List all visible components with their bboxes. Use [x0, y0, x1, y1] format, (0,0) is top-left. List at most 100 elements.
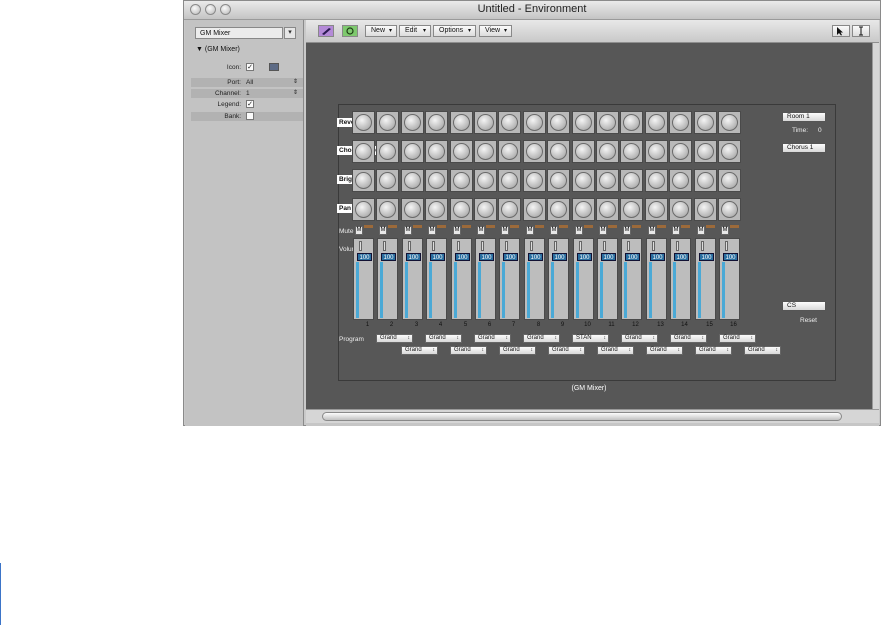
mute-button[interactable]: M: [697, 226, 705, 235]
program-select[interactable]: Grand ↕: [425, 334, 462, 343]
chorus-knob[interactable]: [450, 140, 473, 163]
stepper-icon[interactable]: ⇕: [293, 89, 298, 98]
volume-fader[interactable]: 100: [475, 238, 496, 320]
pan-knob[interactable]: [547, 198, 570, 221]
pan-knob[interactable]: [645, 198, 668, 221]
chorus-knob[interactable]: [620, 140, 643, 163]
volume-fader[interactable]: 100: [573, 238, 594, 320]
brightness-knob[interactable]: [425, 169, 448, 192]
program-select[interactable]: Grand ↕: [719, 334, 756, 343]
program-select[interactable]: Grand ↕: [450, 346, 487, 355]
mute-button[interactable]: M: [404, 226, 412, 235]
brightness-knob[interactable]: [694, 169, 717, 192]
port-value[interactable]: All: [246, 78, 253, 87]
reverb-knob[interactable]: [450, 111, 473, 134]
fader-cap[interactable]: [432, 241, 435, 251]
pan-knob[interactable]: [401, 198, 424, 221]
brightness-knob[interactable]: [620, 169, 643, 192]
pan-knob[interactable]: [523, 198, 546, 221]
fader-cap[interactable]: [359, 241, 362, 251]
horizontal-scrollbar[interactable]: [306, 409, 879, 423]
mute-button[interactable]: M: [453, 226, 461, 235]
fader-cap[interactable]: [652, 241, 655, 251]
param-port-row[interactable]: Port: All ⇕: [191, 78, 303, 87]
volume-fader[interactable]: 100: [451, 238, 472, 320]
mute-button[interactable]: M: [501, 226, 509, 235]
chorus-knob[interactable]: [596, 140, 619, 163]
brightness-knob[interactable]: [596, 169, 619, 192]
brightness-knob[interactable]: [376, 169, 399, 192]
fader-cap[interactable]: [530, 241, 533, 251]
volume-fader[interactable]: 100: [524, 238, 545, 320]
mute-button[interactable]: M: [379, 226, 387, 235]
view-menu[interactable]: View ▾: [479, 25, 512, 37]
pan-knob[interactable]: [425, 198, 448, 221]
program-select[interactable]: Grand ↕: [744, 346, 781, 355]
volume-fader[interactable]: 100: [670, 238, 691, 320]
brightness-knob[interactable]: [474, 169, 497, 192]
fader-cap[interactable]: [579, 241, 582, 251]
chorus-knob[interactable]: [376, 140, 399, 163]
brightness-knob[interactable]: [401, 169, 424, 192]
chorus-knob[interactable]: [645, 140, 668, 163]
volume-fader[interactable]: 100: [548, 238, 569, 320]
program-select[interactable]: Grand ↕: [646, 346, 683, 355]
volume-fader[interactable]: 100: [377, 238, 398, 320]
vertical-scrollbar[interactable]: [872, 43, 879, 409]
pencil-icon[interactable]: [318, 25, 334, 37]
reverb-knob[interactable]: [401, 111, 424, 134]
chorus-knob[interactable]: [694, 140, 717, 163]
chorus-knob[interactable]: [523, 140, 546, 163]
program-select[interactable]: Grand ↕: [474, 334, 511, 343]
brightness-knob[interactable]: [718, 169, 741, 192]
link-icon[interactable]: [342, 25, 358, 37]
reverb-knob[interactable]: [694, 111, 717, 134]
brightness-knob[interactable]: [669, 169, 692, 192]
fader-cap[interactable]: [603, 241, 606, 251]
volume-fader[interactable]: 100: [353, 238, 374, 320]
program-select[interactable]: Grand ↕: [670, 334, 707, 343]
program-select[interactable]: Grand ↕: [376, 334, 413, 343]
reverb-knob[interactable]: [596, 111, 619, 134]
mute-button[interactable]: M: [526, 226, 534, 235]
chorus-knob[interactable]: [572, 140, 595, 163]
brightness-knob[interactable]: [352, 169, 375, 192]
volume-fader[interactable]: 100: [719, 238, 740, 320]
mute-button[interactable]: M: [477, 226, 485, 235]
brightness-knob[interactable]: [645, 169, 668, 192]
inspector-header[interactable]: ▼ (GM Mixer): [185, 44, 303, 56]
pan-knob[interactable]: [694, 198, 717, 221]
legend-checkbox[interactable]: ✓: [246, 100, 254, 108]
chorus-knob[interactable]: [425, 140, 448, 163]
fader-cap[interactable]: [627, 241, 630, 251]
fader-cap[interactable]: [457, 241, 460, 251]
mute-button[interactable]: M: [428, 226, 436, 235]
pointer-tool-icon[interactable]: [832, 25, 850, 37]
reverb-knob[interactable]: [645, 111, 668, 134]
channel-value[interactable]: 1: [246, 89, 250, 98]
fader-cap[interactable]: [481, 241, 484, 251]
reverb-knob[interactable]: [547, 111, 570, 134]
title-bar[interactable]: Untitled - Environment: [184, 1, 880, 20]
mute-button[interactable]: M: [550, 226, 558, 235]
fader-cap[interactable]: [408, 241, 411, 251]
program-select[interactable]: Grand ↕: [597, 346, 634, 355]
fader-cap[interactable]: [505, 241, 508, 251]
reverb-knob[interactable]: [425, 111, 448, 134]
mute-button[interactable]: M: [721, 226, 729, 235]
reverb-knob[interactable]: [474, 111, 497, 134]
text-tool-icon[interactable]: [852, 25, 870, 37]
program-select[interactable]: Grand ↕: [695, 346, 732, 355]
pan-knob[interactable]: [376, 198, 399, 221]
chorus-button[interactable]: Chorus 1: [782, 143, 826, 153]
pan-knob[interactable]: [572, 198, 595, 221]
pan-knob[interactable]: [620, 198, 643, 221]
mute-button[interactable]: M: [672, 226, 680, 235]
volume-fader[interactable]: 100: [499, 238, 520, 320]
volume-fader[interactable]: 100: [695, 238, 716, 320]
brightness-knob[interactable]: [450, 169, 473, 192]
brightness-knob[interactable]: [547, 169, 570, 192]
mute-button[interactable]: M: [355, 226, 363, 235]
chorus-knob[interactable]: [401, 140, 424, 163]
brightness-knob[interactable]: [523, 169, 546, 192]
